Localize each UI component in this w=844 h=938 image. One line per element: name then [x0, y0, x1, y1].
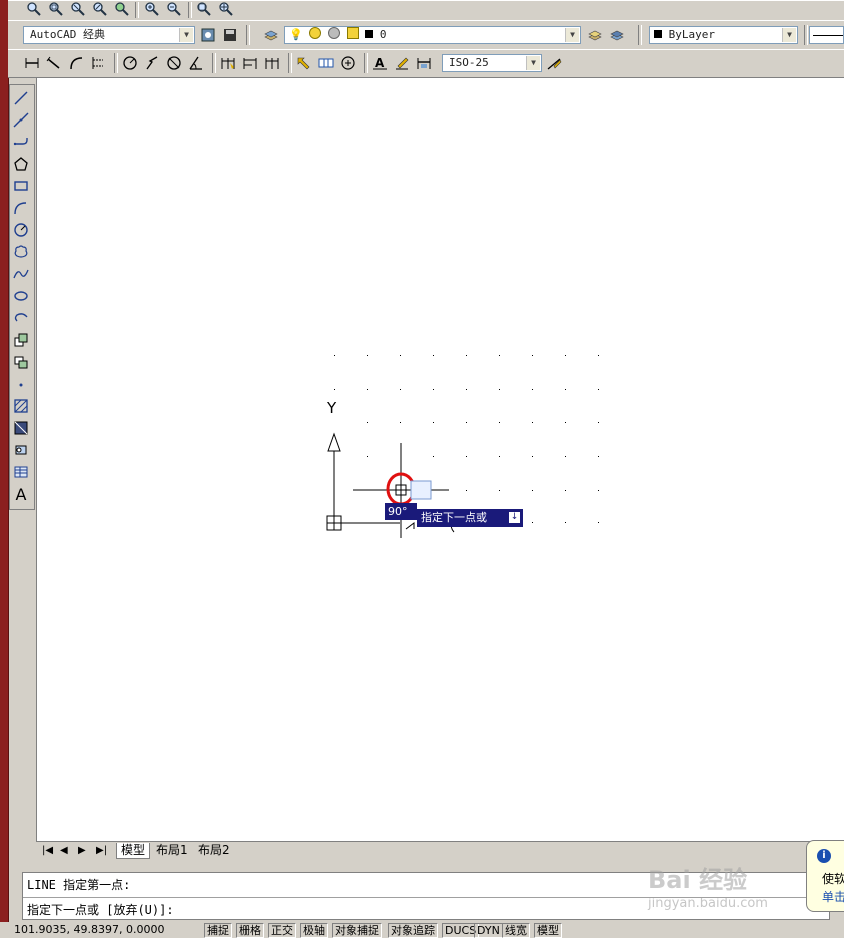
notification-balloon[interactable]: i 使软 单击 [806, 840, 844, 912]
command-prompt-line[interactable]: 指定下一点或 [放弃(U)]: [27, 901, 174, 918]
prev-tab-button[interactable]: ◀ [56, 843, 72, 858]
tab-model[interactable]: 模型 [116, 843, 151, 859]
watermark-brand: Bai 经验 [648, 866, 748, 894]
command-history-line: LINE 指定第一点: [27, 878, 131, 892]
tab-layout1[interactable]: 布局1 [152, 843, 192, 858]
info-icon: i [817, 849, 831, 863]
tooltip-arrow [405, 522, 415, 530]
dynamic-input-prompt: 指定下一点或 ↓ [417, 509, 523, 527]
coordinates-display[interactable]: 101.9035, 49.8397, 0.0000 [14, 923, 164, 936]
watermark-url: jingyan.baidu.com [648, 896, 768, 911]
balloon-text: 使软 [822, 872, 844, 886]
first-tab-button[interactable]: |◀ [38, 843, 57, 858]
options-arrow-icon[interactable]: ↓ [509, 512, 520, 523]
grid-dots [334, 355, 599, 523]
next-tab-button[interactable]: ▶ [74, 843, 90, 858]
dynamic-prompt-text: 指定下一点或 [421, 511, 487, 524]
status-bar: 101.9035, 49.8397, 0.0000 捕捉 栅格 正交 极轴 对象… [0, 922, 844, 938]
balloon-link[interactable]: 单击 [822, 888, 844, 905]
grid-overlay [326, 355, 599, 538]
last-tab-button[interactable]: ▶| [92, 843, 111, 858]
ucs-y-label: Y [327, 399, 337, 417]
layout-tabs: |◀ ◀ ▶ ▶| 模型 布局1 布局2 [36, 841, 844, 860]
tab-layout2[interactable]: 布局2 [194, 843, 234, 858]
polar-angle-tooltip: 90° [385, 503, 417, 520]
polar-marker [410, 480, 432, 500]
